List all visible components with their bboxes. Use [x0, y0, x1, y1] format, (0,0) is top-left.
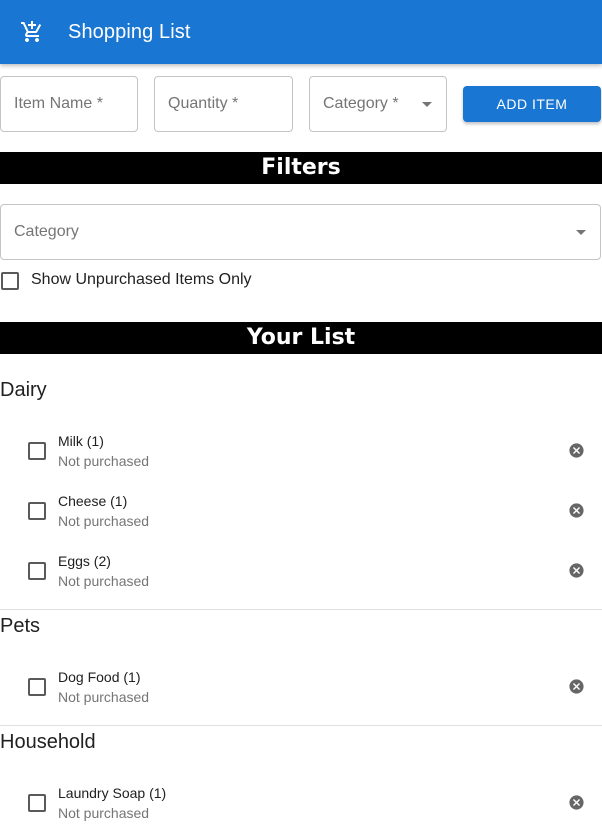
- item-name-field[interactable]: Item Name *: [0, 76, 138, 132]
- item-checkbox[interactable]: [28, 442, 46, 460]
- cart-plus-icon: [21, 21, 42, 42]
- filters-heading: Filters: [0, 152, 602, 184]
- arrow-drop-down-icon: [422, 102, 432, 107]
- group-title-household: Household: [0, 731, 96, 753]
- item-status: Not purchased: [58, 689, 150, 705]
- group-divider: [0, 725, 602, 726]
- item-status: Not purchased: [58, 805, 150, 821]
- your-list-heading: Your List: [0, 322, 602, 354]
- filter-category-placeholder: Category: [14, 223, 79, 240]
- group-divider: [0, 609, 602, 610]
- group-title-pets: Pets: [0, 615, 41, 637]
- item-checkbox[interactable]: [28, 678, 46, 696]
- unpurchased-only-checkbox[interactable]: [1, 272, 19, 290]
- item-checkbox[interactable]: [28, 562, 46, 580]
- cancel-icon[interactable]: [568, 502, 585, 519]
- item-status: Not purchased: [58, 453, 150, 469]
- item-label: Milk (1): [58, 433, 104, 449]
- item-status: Not purchased: [58, 513, 150, 529]
- cancel-icon[interactable]: [568, 678, 585, 695]
- item-label: Cheese (1): [58, 493, 128, 509]
- category-placeholder: Category *: [323, 95, 399, 112]
- group-title-dairy: Dairy: [0, 379, 47, 401]
- item-label: Eggs (2): [58, 553, 111, 569]
- cancel-icon[interactable]: [568, 794, 585, 811]
- filter-category-select[interactable]: Category: [0, 204, 601, 260]
- quantity-field[interactable]: Quantity *: [154, 76, 293, 132]
- item-name-placeholder: Item Name *: [14, 95, 103, 112]
- add-item-button[interactable]: ADD ITEM: [463, 86, 601, 122]
- category-select[interactable]: Category *: [309, 76, 447, 132]
- unpurchased-only-label[interactable]: Show Unpurchased Items Only: [31, 271, 252, 289]
- app-title: Shopping List: [68, 20, 191, 43]
- item-checkbox[interactable]: [28, 794, 46, 812]
- item-label: Dog Food (1): [58, 669, 141, 685]
- cancel-icon[interactable]: [568, 562, 585, 579]
- item-checkbox[interactable]: [28, 502, 46, 520]
- quantity-placeholder: Quantity *: [168, 95, 239, 112]
- item-status: Not purchased: [58, 573, 150, 589]
- app-bar: Shopping List: [0, 0, 602, 64]
- item-label: Laundry Soap (1): [58, 785, 167, 801]
- cancel-icon[interactable]: [568, 442, 585, 459]
- arrow-drop-down-icon: [576, 230, 586, 235]
